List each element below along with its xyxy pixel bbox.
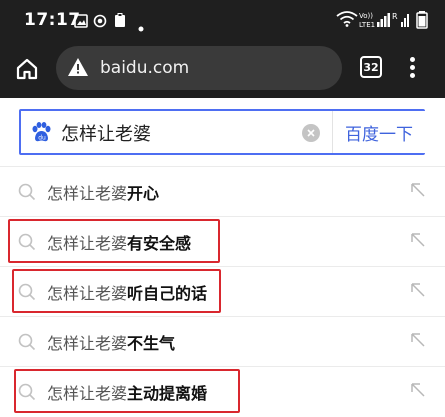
home-button[interactable] — [12, 54, 42, 84]
battery-icon — [416, 11, 428, 33]
status-bar: 17:17 Vo)) LTE1 R — [0, 0, 445, 40]
suggestion-label: 怎样让老婆开心 — [47, 184, 160, 203]
suggestion-item[interactable]: 怎样让老婆开心 — [0, 166, 445, 216]
not-secure-warning-icon[interactable] — [67, 57, 89, 81]
image-icon — [74, 13, 88, 32]
svg-text:Vo)): Vo)) — [359, 12, 373, 20]
baidu-paw-icon: du — [30, 121, 52, 147]
record-icon — [93, 13, 107, 32]
status-time: 17:17 — [24, 10, 81, 30]
signal-icon — [377, 11, 391, 31]
browser-toolbar: baidu.com 32 — [0, 40, 445, 98]
address-bar[interactable]: baidu.com — [56, 46, 342, 90]
search-icon — [18, 183, 36, 205]
search-button[interactable]: 百度一下 — [332, 111, 425, 153]
suggestion-item[interactable]: 怎样让老婆听自己的话 — [0, 266, 445, 316]
home-icon — [16, 58, 38, 80]
highlight-box — [12, 269, 221, 313]
roaming-icon: R — [392, 11, 400, 31]
suggestion-list: 怎样让老婆开心 怎样让老婆有安全感 怎样让老婆听自己的话 怎样让老婆不生气 怎样… — [0, 166, 445, 416]
svg-text:du: du — [38, 135, 46, 142]
signal-2-icon — [401, 11, 411, 31]
fill-query-arrow-icon[interactable] — [410, 282, 426, 302]
wifi-icon — [336, 11, 358, 31]
url-text[interactable]: baidu.com — [100, 58, 189, 78]
more-menu-icon[interactable] — [405, 55, 419, 81]
fill-query-arrow-icon[interactable] — [410, 182, 426, 202]
svg-text:R: R — [392, 12, 398, 21]
suggestion-item[interactable]: 怎样让老婆主动提离婚 — [0, 366, 445, 416]
search-icon — [18, 333, 36, 355]
clear-search-icon[interactable] — [302, 124, 320, 142]
notification-dot-icon — [138, 17, 144, 36]
suggestion-item[interactable]: 怎样让老婆有安全感 — [0, 216, 445, 266]
fill-query-arrow-icon[interactable] — [410, 332, 426, 352]
fill-query-arrow-icon[interactable] — [410, 232, 426, 252]
search-input[interactable] — [61, 120, 291, 146]
tab-switcher-button[interactable]: 32 — [360, 56, 382, 78]
search-box: du 百度一下 — [19, 109, 425, 155]
fill-query-arrow-icon[interactable] — [410, 382, 426, 402]
search-area: du 百度一下 — [0, 98, 445, 168]
highlight-box — [8, 219, 220, 263]
highlight-box — [14, 369, 240, 413]
suggestion-item[interactable]: 怎样让老婆不生气 — [0, 316, 445, 366]
suggestion-label: 怎样让老婆不生气 — [47, 334, 176, 353]
svg-text:LTE1: LTE1 — [359, 21, 375, 29]
volte-icon: Vo)) LTE1 — [359, 11, 375, 33]
clipboard-icon — [113, 13, 127, 32]
